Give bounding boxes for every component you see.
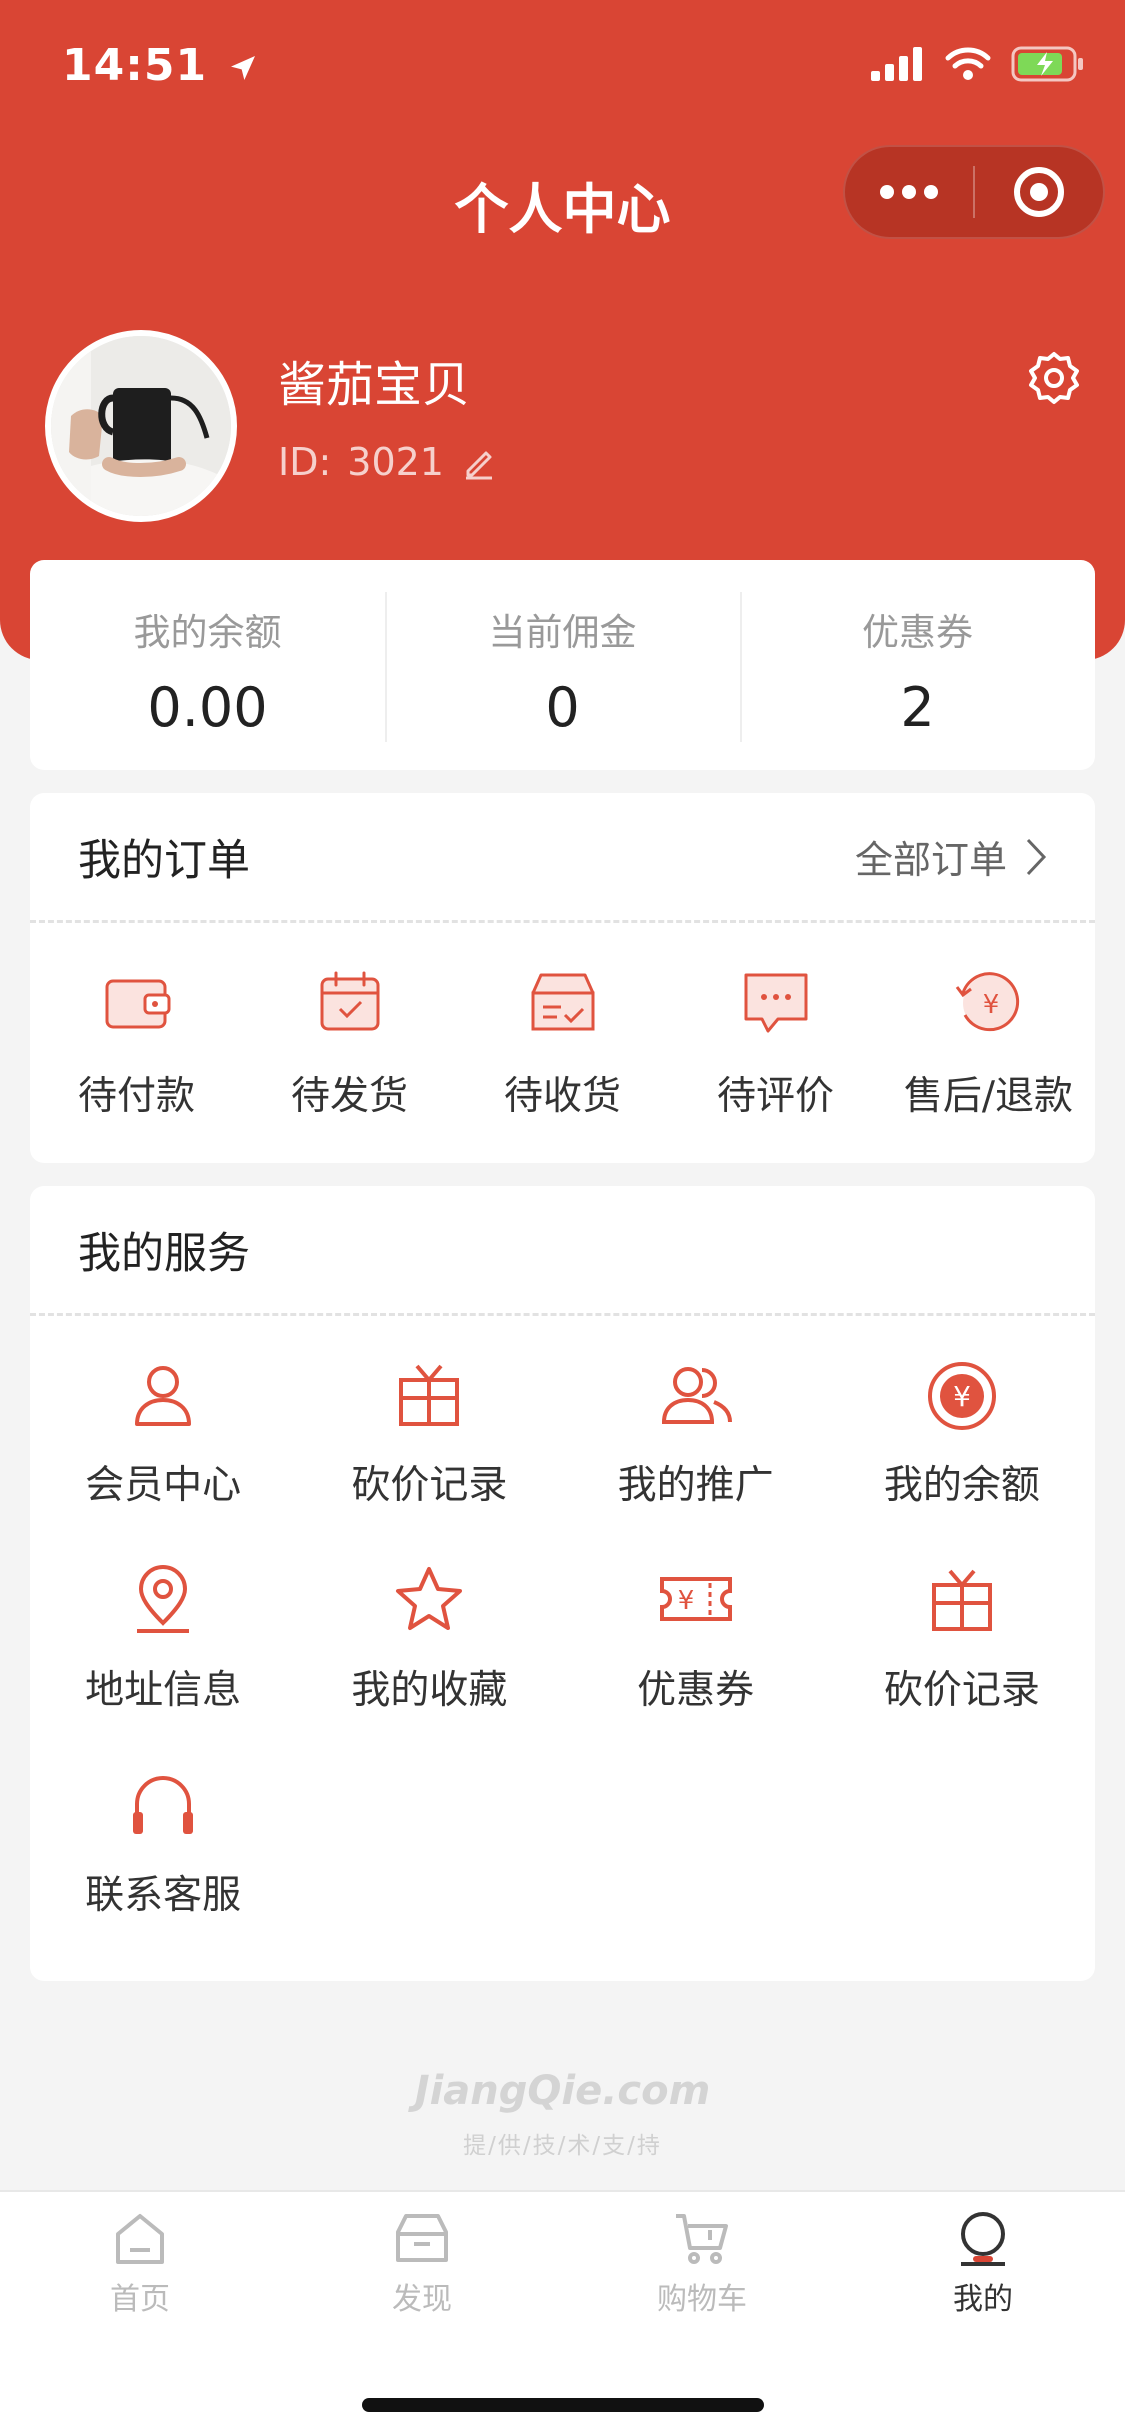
target-circle-icon: [1013, 167, 1064, 217]
order-status-row: 待付款 待发货 待收货 待评价 ¥ 售后/退款: [30, 923, 1095, 1121]
avatar[interactable]: [45, 330, 237, 522]
status-bar: 14:51: [0, 0, 1125, 130]
order-pending-review[interactable]: 待评价: [669, 963, 882, 1121]
battery-icon: [1011, 46, 1083, 82]
orders-header: 我的订单 全部订单: [30, 793, 1095, 923]
home-indicator: [362, 2398, 764, 2412]
yuan-coin-icon: ¥: [927, 1362, 996, 1430]
orders-title: 我的订单: [78, 835, 250, 886]
stat-balance[interactable]: 我的余额 0.00: [30, 592, 385, 739]
order-pending-shipment[interactable]: 待发货: [243, 963, 456, 1121]
order-pending-receipt[interactable]: 待收货: [456, 963, 669, 1121]
star-icon: [396, 1567, 463, 1630]
account-stats-card: 我的余额 0.00 当前佣金 0 优惠券 2: [30, 560, 1095, 770]
signal-icon: [871, 47, 922, 81]
user-icon: [135, 1366, 192, 1426]
my-services-card: 我的服务 会员中心 砍价记录 我的推广 ¥ 我的余额 地址信息 我的收藏 ¥ 优…: [30, 1186, 1095, 1981]
calendar-check-icon: [320, 971, 379, 1031]
edit-pencil-icon[interactable]: [460, 443, 498, 481]
service-my-promotion[interactable]: 我的推广: [563, 1356, 829, 1561]
all-orders-link[interactable]: 全部订单: [855, 829, 1047, 884]
user-id-label: ID:: [278, 440, 332, 484]
svg-text:¥: ¥: [982, 990, 999, 1020]
tab-home[interactable]: 首页: [40, 2208, 240, 2318]
services-title: 我的服务: [78, 1228, 250, 1279]
users-icon: [661, 1367, 732, 1424]
user-id-value: 3021: [347, 440, 444, 484]
status-indicators: [871, 46, 1085, 82]
settings-gear-icon[interactable]: [1026, 350, 1082, 406]
status-time: 14:51: [62, 40, 259, 91]
my-orders-card: 我的订单 全部订单 待付款 待发货 待收货 待评价 ¥ 售后/退款: [30, 793, 1095, 1163]
more-button[interactable]: [845, 147, 973, 237]
service-my-favorites[interactable]: 我的收藏: [296, 1561, 562, 1766]
user-id-row: ID: 3021: [278, 440, 498, 484]
avatar-image: [51, 336, 231, 516]
service-my-balance[interactable]: ¥ 我的余额: [829, 1356, 1095, 1561]
service-bargain-records-2[interactable]: 砍价记录: [829, 1561, 1095, 1766]
coupon-icon: ¥: [659, 1577, 732, 1621]
home-icon: [116, 2214, 164, 2264]
services-grid: 会员中心 砍价记录 我的推广 ¥ 我的余额 地址信息 我的收藏 ¥ 优惠券 砍价…: [30, 1316, 1095, 1971]
service-bargain-records[interactable]: 砍价记录: [296, 1356, 562, 1561]
comment-icon: [744, 973, 807, 1033]
service-member-center[interactable]: 会员中心: [30, 1356, 296, 1561]
chevron-right-icon: [1026, 838, 1047, 875]
svg-text:¥: ¥: [677, 1586, 694, 1616]
refund-icon: ¥: [955, 972, 1019, 1032]
gift-icon: [931, 1569, 992, 1631]
service-customer-support[interactable]: 联系客服: [30, 1766, 296, 1971]
services-header: 我的服务: [30, 1186, 1095, 1316]
wifi-icon: [945, 47, 991, 80]
tab-discover[interactable]: 发现: [322, 2208, 522, 2318]
svg-text:¥: ¥: [953, 1380, 971, 1413]
stat-commission[interactable]: 当前佣金 0: [385, 591, 740, 742]
location-arrow-icon: [231, 56, 256, 80]
order-pending-payment[interactable]: 待付款: [30, 963, 243, 1121]
profile-icon: [961, 2212, 1005, 2266]
stat-coupons[interactable]: 优惠券 2: [740, 591, 1095, 742]
headset-icon: [133, 1776, 194, 1834]
gift-icon: [399, 1364, 460, 1426]
brand-watermark: JiangQie.com: [414, 2068, 711, 2114]
box-icon: [531, 973, 594, 1031]
service-coupons[interactable]: ¥ 优惠券: [563, 1561, 829, 1766]
tab-cart[interactable]: 购物车: [602, 2208, 802, 2318]
location-icon: [137, 1565, 190, 1633]
service-address-info[interactable]: 地址信息: [30, 1561, 296, 1766]
username: 酱茄宝贝: [278, 357, 471, 413]
discover-icon: [396, 2214, 448, 2262]
more-dots-icon: [880, 185, 938, 199]
wallet-icon: [105, 979, 170, 1029]
mini-program-capsule: [843, 145, 1105, 239]
tech-support-text: 提/供/技/术/支/持: [463, 2133, 662, 2159]
tab-profile[interactable]: 我的: [883, 2208, 1083, 2318]
cart-icon: [676, 2214, 728, 2264]
close-program-button[interactable]: [975, 147, 1103, 237]
order-after-sales[interactable]: ¥ 售后/退款: [882, 963, 1095, 1121]
